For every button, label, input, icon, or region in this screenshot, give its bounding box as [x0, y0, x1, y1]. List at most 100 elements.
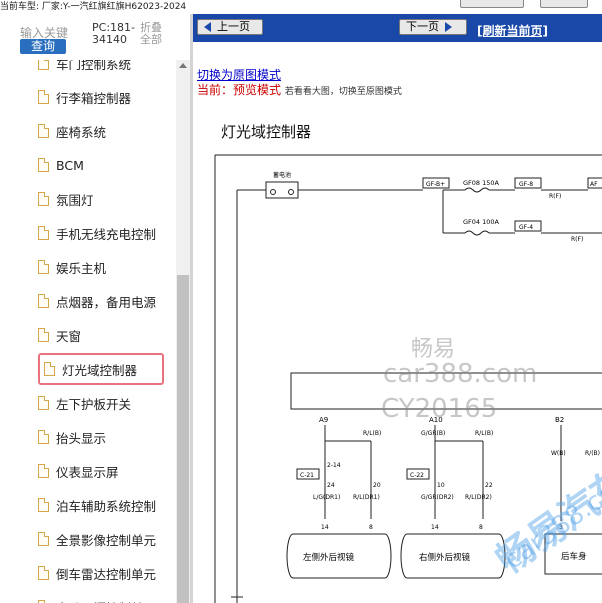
fuse1-conn-label: GF-8	[519, 181, 533, 188]
fuse2-label: GF04 100A	[463, 218, 500, 226]
fold-line2: 全部	[140, 33, 162, 46]
sidebar-item-label: 全景影像控制单元	[56, 532, 157, 548]
fuse-box1: GF-B+	[426, 181, 445, 188]
prev-label: 上一页	[217, 20, 250, 33]
left-scrollbar[interactable]	[176, 60, 190, 603]
mode-prefix: 当前：	[197, 83, 234, 97]
wire-rldr: R/L(DR1)	[353, 494, 380, 501]
conn-c22: C-22	[410, 472, 424, 479]
sidebar-item[interactable]: 座椅系统	[38, 116, 175, 146]
sidebar-item[interactable]: 抬头显示	[38, 422, 175, 452]
next-page-button[interactable]: 下一页	[399, 19, 467, 35]
document-icon	[38, 464, 49, 478]
pin-22: 22	[485, 482, 493, 489]
sidebar-item[interactable]: 泊车辅助系统控制	[38, 490, 175, 520]
sidebar-item-label: 仪表显示屏	[56, 464, 119, 480]
fuse1-label: GF08 150A	[463, 179, 500, 187]
sidebar-item-label: 车门控制系统	[56, 60, 132, 72]
sidebar-item[interactable]: 电动尾门控制单元	[38, 592, 175, 603]
sidebar-item[interactable]: 娱乐主机	[38, 252, 175, 282]
sidebar-item-label: 电动尾门控制单元	[56, 598, 156, 603]
sidebar-item[interactable]: BCM	[38, 150, 175, 180]
sidebar-item[interactable]: 灯光域控制器	[38, 353, 164, 385]
sidebar-item[interactable]: 仪表显示屏	[38, 456, 175, 486]
left-mirror-label: 左侧外后视镜	[303, 552, 355, 563]
fuse2-conn-label: GF-4	[519, 224, 533, 231]
sidebar-item[interactable]: 点烟器，备用电源	[38, 286, 175, 316]
sidebar-item[interactable]: 行李箱控制器	[38, 82, 175, 112]
document-icon	[38, 192, 49, 206]
document-icon	[38, 328, 49, 342]
top-button-2[interactable]	[540, 0, 588, 8]
document-icon	[38, 566, 49, 580]
document-icon	[38, 90, 49, 104]
prev-page-button[interactable]: 上一页	[197, 19, 263, 35]
refresh-link[interactable]: [刷新当前页]	[477, 22, 548, 39]
mode-tip: 若看看大图，切换至原图模式	[284, 87, 402, 97]
right-mirror-label: 右侧外后视镜	[419, 552, 471, 563]
sidebar-item-label: 抬头显示	[56, 430, 107, 446]
scroll-thumb[interactable]	[177, 275, 189, 603]
wire-lgdr: L/G(DR1)	[313, 494, 340, 501]
sidebar-item-label: 灯光域控制器	[62, 362, 138, 378]
controller-box	[290, 372, 602, 410]
wire-rb: R/(B)	[585, 450, 600, 457]
pin-a9: A9	[319, 416, 328, 424]
sidebar-item-label: 座椅系统	[56, 124, 107, 140]
sidebar-item[interactable]: 手机无线充电控制	[38, 218, 175, 248]
document-icon	[38, 260, 49, 274]
top-button[interactable]	[460, 0, 524, 8]
left-panel: 输入关键 查询 PC:181- 34140 折叠 全部 车门控制系统 行李箱控制器…	[0, 14, 190, 603]
pin-a10: A10	[429, 416, 443, 424]
arrow-left-icon	[204, 22, 211, 32]
car-info-text: 当前车型: 厂家:Y-一汽红旗红旗H62023-2024	[0, 2, 187, 12]
sidebar-item-label: 行李箱控制器	[56, 90, 132, 106]
document-icon	[38, 124, 49, 138]
sidebar-item[interactable]: 全景影像控制单元	[38, 524, 175, 554]
tree-list: 车门控制系统行李箱控制器 座椅系统 BCM 氛围灯手机无线充电控制 娱乐主机点烟器，备用…	[0, 60, 175, 603]
pin-24: 24	[327, 482, 335, 489]
wire-rl: R/L(B)	[363, 430, 381, 437]
sidebar-item[interactable]: 倒车雷达控制单元	[38, 558, 175, 588]
document-icon	[44, 362, 55, 376]
query-button[interactable]: 查询	[20, 39, 66, 54]
right-panel: 上一页 下一页 [刷新当前页] 切换为原图模式 当前：预览模式 若看看大图，切换…	[193, 14, 602, 603]
rear-lamp-label: 后车身	[561, 551, 587, 562]
sidebar-item[interactable]: 天窗	[38, 320, 175, 350]
sidebar-item-label: 娱乐主机	[56, 260, 107, 276]
pin-20: 20	[373, 482, 381, 489]
document-icon	[38, 532, 49, 546]
wire-rf2: R(F)	[571, 236, 583, 243]
sidebar-item[interactable]: 车门控制系统	[38, 60, 175, 78]
sidebar-item[interactable]: 氛围灯	[38, 184, 175, 214]
sidebar-item-label: 氛围灯	[56, 192, 94, 208]
fuse1-icon	[464, 187, 490, 193]
sidebar-item-label: BCM	[56, 157, 84, 173]
bottom-pin-4: 8	[479, 524, 483, 531]
wire-ggrdr: G/GR(DR2)	[421, 494, 454, 501]
sidebar-item-label: 点烟器，备用电源	[56, 294, 157, 310]
fuse2-icon	[464, 230, 490, 236]
conn-c21-pin: 2-14	[327, 462, 341, 469]
sidebar-item-label: 倒车雷达控制单元	[56, 566, 157, 582]
nav-bar: 上一页 下一页 [刷新当前页]	[193, 14, 602, 42]
wire-rldr2: R/L(DR2)	[465, 494, 492, 501]
af-conn-label: AF	[590, 181, 598, 188]
fold-all-button[interactable]: 折叠 全部	[140, 22, 162, 46]
wire-wb: W(B)	[551, 450, 566, 457]
document-icon	[38, 294, 49, 308]
bottom-pin-5: 3	[559, 524, 563, 531]
sidebar-item-label: 左下护板开关	[56, 396, 132, 412]
sidebar-item[interactable]: 左下护板开关	[38, 388, 175, 418]
bottom-pin-1: 14	[321, 524, 329, 531]
wiring-diagram: 灯光域控制器 蓄电池 GF-B+ GF08 150A GF-8 R(F) AF …	[193, 109, 602, 603]
document-icon	[38, 226, 49, 240]
bottom-pin-2: 8	[369, 524, 373, 531]
sidebar-item-label: 手机无线充电控制	[56, 226, 157, 242]
sidebar-item-label: 天窗	[56, 328, 82, 344]
document-icon	[38, 498, 49, 512]
scroll-up-icon[interactable]	[179, 63, 187, 68]
sidebar-item-label: 泊车辅助系统控制	[56, 498, 157, 514]
wire-ggr: G/GR(B)	[421, 430, 445, 437]
document-icon	[38, 396, 49, 410]
